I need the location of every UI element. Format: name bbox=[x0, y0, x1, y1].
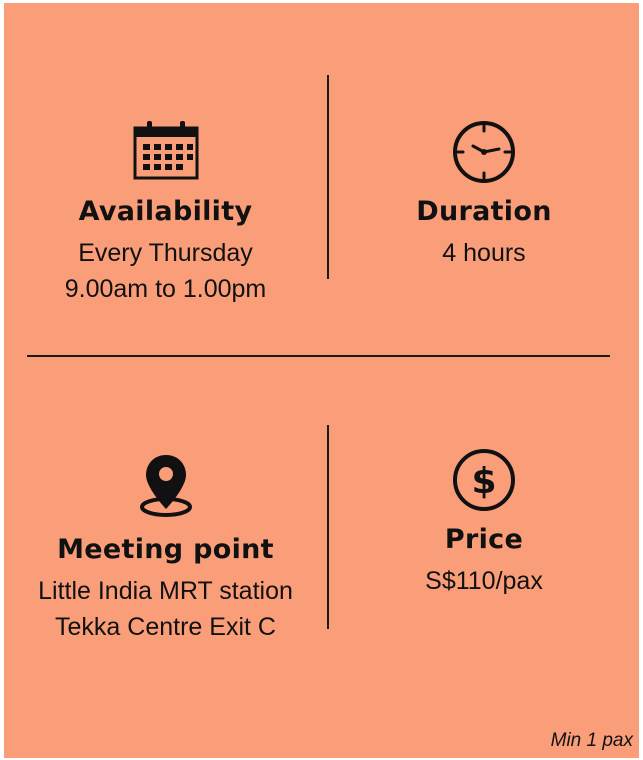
meeting-point-station: Little India MRT station bbox=[38, 577, 293, 605]
price-section: $ Price S$110/pax bbox=[329, 447, 639, 599]
meeting-point-title: Meeting point bbox=[57, 534, 274, 565]
minimum-pax-note: Min 1 pax bbox=[550, 730, 633, 751]
availability-time: 9.00am to 1.00pm bbox=[64, 275, 267, 303]
availability-title: Availability bbox=[78, 196, 253, 227]
dollar-circle-icon: $ bbox=[453, 449, 515, 511]
duration-value: 4 hours bbox=[442, 239, 526, 267]
meeting-point-exit: Tekka Centre Exit C bbox=[55, 613, 276, 641]
clock-icon bbox=[453, 121, 515, 183]
duration-section: Duration 4 hours bbox=[329, 119, 639, 271]
price-value: S$110/pax bbox=[425, 567, 543, 595]
map-pin-icon bbox=[139, 455, 192, 517]
tour-info-card: Availability Every Thursday 9.00am to 1.… bbox=[4, 3, 639, 758]
price-title: Price bbox=[444, 524, 524, 555]
svg-text:$: $ bbox=[471, 461, 496, 502]
horizontal-divider bbox=[27, 355, 610, 357]
availability-day: Every Thursday bbox=[78, 239, 253, 267]
availability-section: Availability Every Thursday 9.00am to 1.… bbox=[4, 119, 327, 307]
meeting-point-section: Meeting point Little India MRT station T… bbox=[4, 451, 327, 645]
duration-title: Duration bbox=[416, 196, 552, 227]
calendar-icon bbox=[133, 121, 198, 180]
